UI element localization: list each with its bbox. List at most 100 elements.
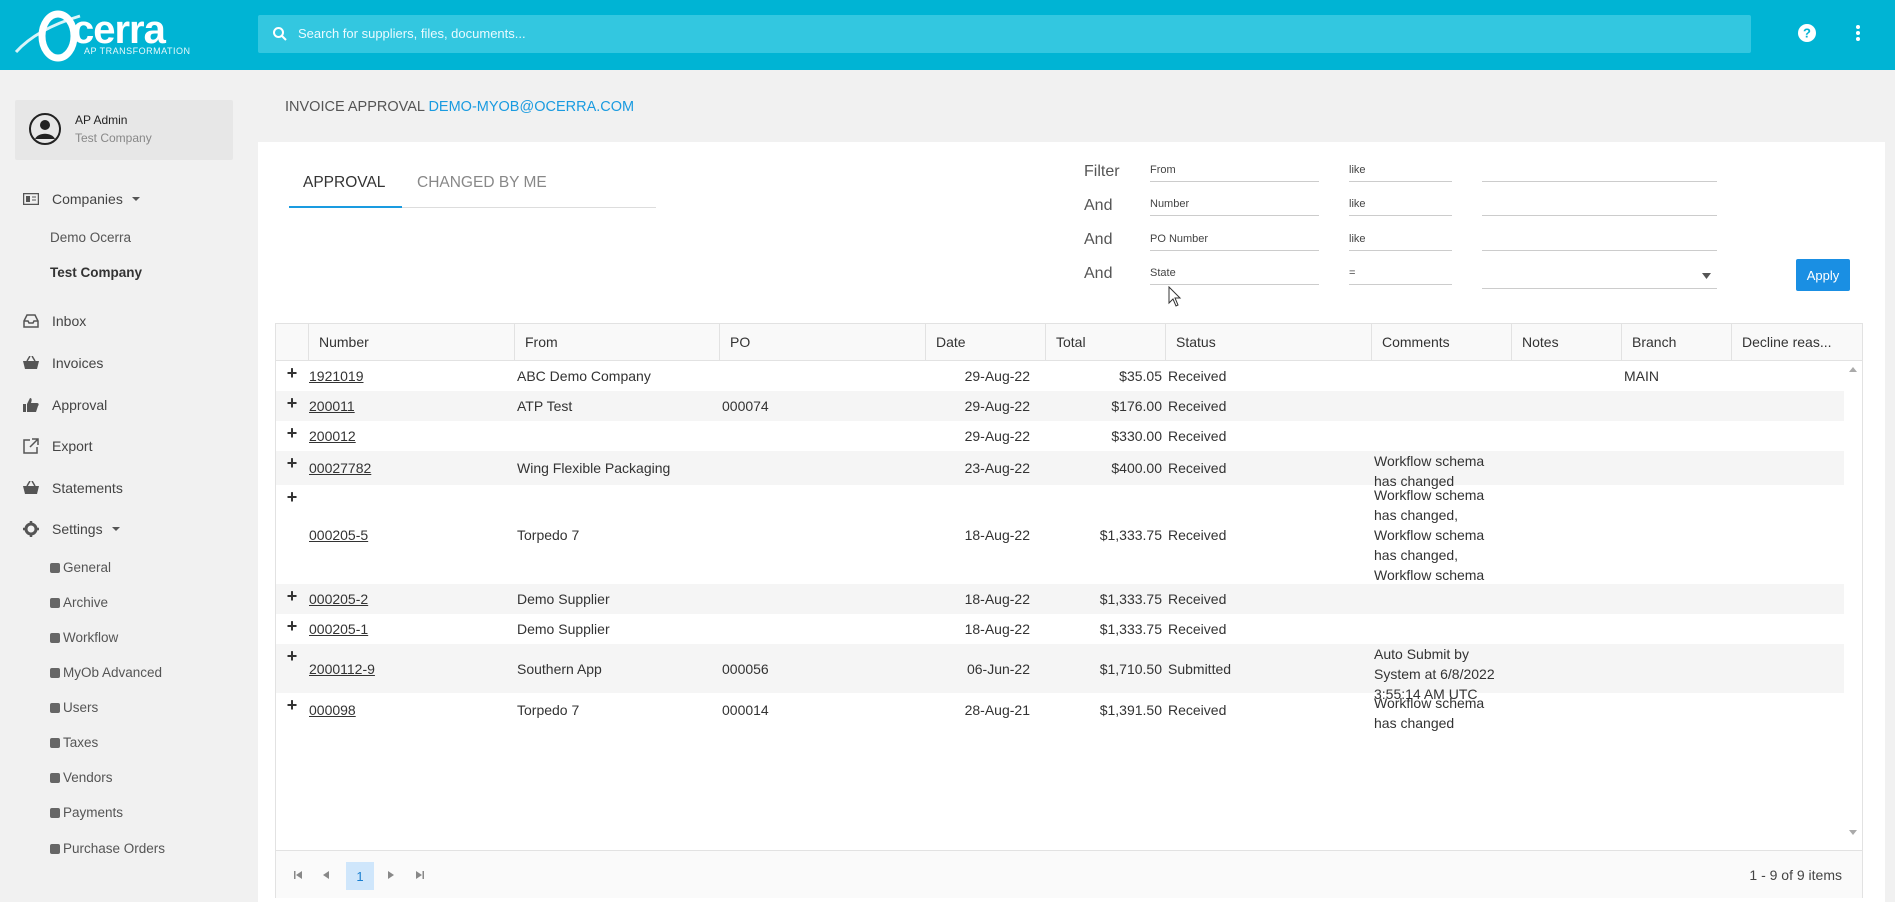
filter-field-2[interactable]: Number — [1150, 196, 1319, 216]
ocerra-logo[interactable]: cerra AP TRANSFORMATION — [14, 6, 194, 62]
table-row[interactable]: +200012 29-Aug-22 $330.00 Received — [276, 421, 1844, 451]
filter-state-select[interactable] — [1482, 265, 1717, 289]
table-row[interactable]: +000205-5 Torpedo 7 18-Aug-22 $1,333.75 Rece… — [276, 485, 1844, 603]
cell-total: $1,333.75 — [1099, 526, 1162, 543]
prev-page-icon — [323, 871, 329, 879]
export-icon — [22, 438, 40, 454]
settings-workflow[interactable]: Workflow — [50, 630, 118, 645]
column-header-from[interactable]: From — [514, 324, 719, 360]
cell-po — [722, 485, 922, 584]
column-header-total[interactable]: Total — [1045, 324, 1165, 360]
grid-scrollbar[interactable] — [1844, 361, 1862, 841]
cell-decline-reason — [1734, 584, 1838, 614]
expand-row-icon[interactable]: + — [285, 423, 299, 444]
basket-icon — [22, 355, 40, 371]
settings-vendors[interactable]: Vendors — [50, 770, 113, 785]
settings-general[interactable]: General — [50, 560, 111, 575]
settings-taxes[interactable]: Taxes — [50, 735, 98, 750]
cell-date: 29-Aug-22 — [964, 398, 1030, 414]
company-test-company[interactable]: Test Company — [50, 265, 142, 280]
filter-op-2[interactable]: like — [1349, 196, 1452, 216]
help-icon[interactable]: ? — [1797, 23, 1817, 43]
current-page[interactable]: 1 — [346, 862, 374, 890]
company-demo-ocerra[interactable]: Demo Ocerra — [50, 230, 131, 245]
cell-number[interactable]: 00027782 — [309, 451, 509, 485]
column-header-branch[interactable]: Branch — [1621, 324, 1731, 360]
table-row[interactable]: +000098 Torpedo 7 000014 28-Aug-21 $1,391.50… — [276, 693, 1844, 731]
settings-archive[interactable]: Archive — [50, 595, 108, 610]
more-vert-icon[interactable] — [1848, 23, 1868, 43]
cell-number[interactable]: 2000112-9 — [309, 644, 509, 693]
settings-myob-advanced[interactable]: MyOb Advanced — [50, 665, 162, 680]
expand-row-icon[interactable]: + — [285, 363, 299, 384]
cell-status: Received — [1168, 428, 1227, 444]
column-header-status[interactable]: Status — [1165, 324, 1371, 360]
filter-op-3[interactable]: like — [1349, 231, 1452, 251]
filter-field-3[interactable]: PO Number — [1150, 231, 1319, 251]
sidebar-item-companies[interactable]: Companies — [22, 187, 140, 211]
tab-changed-by-me[interactable]: CHANGED BY ME — [417, 174, 547, 192]
apply-button[interactable]: Apply — [1796, 259, 1850, 291]
cell-number[interactable]: 200011 — [309, 391, 509, 421]
cell-decline-reason — [1734, 644, 1838, 693]
filter-value-2[interactable] — [1482, 196, 1717, 216]
filter-field-1[interactable]: From — [1150, 162, 1319, 182]
cell-total: $330.00 — [1111, 428, 1162, 444]
settings-purchase-orders[interactable]: Purchase Orders — [50, 841, 165, 856]
filter-value-3[interactable] — [1482, 231, 1717, 251]
expand-row-icon[interactable]: + — [285, 393, 299, 414]
filter-value-1[interactable] — [1482, 162, 1717, 182]
cell-number[interactable]: 000205-1 — [309, 614, 509, 644]
approver-email-link[interactable]: DEMO-MYOB@OCERRA.COM — [428, 99, 634, 115]
cell-number[interactable]: 000098 — [309, 693, 509, 726]
settings-users[interactable]: Users — [50, 700, 98, 715]
filter-field-4[interactable]: State — [1150, 265, 1319, 285]
table-row[interactable]: +200011 ATP Test 000074 29-Aug-22 $176.00 Rec… — [276, 391, 1844, 421]
cell-number[interactable]: 000205-5 — [309, 485, 509, 584]
cell-number[interactable]: 200012 — [309, 421, 509, 451]
expand-row-icon[interactable]: + — [285, 616, 299, 637]
tab-approval[interactable]: APPROVAL — [303, 174, 385, 192]
cell-number[interactable]: 1921019 — [309, 361, 509, 391]
sidebar-item-inbox[interactable]: Inbox — [22, 309, 86, 333]
table-row[interactable]: +000205-1 Demo Supplier 18-Aug-22 $1,333.75… — [276, 614, 1844, 644]
table-row[interactable]: +00027782 Wing Flexible Packaging 23-Aug-2… — [276, 451, 1844, 489]
filter-op-1[interactable]: like — [1349, 162, 1452, 182]
column-header-po[interactable]: PO — [719, 324, 925, 360]
settings-item-label: Users — [63, 700, 99, 715]
column-header-decline-reason[interactable]: Decline reas... — [1731, 324, 1843, 360]
first-page-button[interactable] — [288, 864, 308, 886]
next-page-button[interactable] — [381, 864, 401, 886]
table-row[interactable]: +2000112-9 Southern App 000056 06-Jun-22 $1,… — [276, 644, 1844, 702]
table-row[interactable]: +1921019 ABC Demo Company 29-Aug-22 $35.05 R… — [276, 361, 1844, 391]
column-header-comments[interactable]: Comments — [1371, 324, 1511, 360]
sidebar-item-approval[interactable]: Approval — [22, 393, 107, 417]
column-header-date[interactable]: Date — [925, 324, 1045, 360]
sidebar-item-label: Approval — [52, 397, 108, 413]
table-row[interactable]: +000205-2 Demo Supplier 18-Aug-22 $1,333.75… — [276, 584, 1844, 614]
comment-line: Auto Submit by — [1374, 646, 1469, 662]
expand-row-icon[interactable]: + — [285, 695, 299, 716]
cell-decline-reason — [1734, 421, 1838, 451]
expand-row-icon[interactable]: + — [285, 586, 299, 607]
last-page-button[interactable] — [410, 864, 430, 886]
settings-payments[interactable]: Payments — [50, 805, 123, 820]
cell-number[interactable]: 000205-2 — [309, 584, 509, 614]
prev-page-button[interactable] — [316, 864, 336, 886]
avatar — [29, 113, 61, 145]
expand-row-icon[interactable]: + — [285, 487, 299, 508]
sidebar-item-export[interactable]: Export — [22, 434, 92, 458]
filter-op-4[interactable]: = — [1349, 265, 1452, 285]
expand-row-icon[interactable]: + — [285, 453, 299, 474]
sidebar-item-settings[interactable]: Settings — [22, 517, 120, 541]
sidebar-item-invoices[interactable]: Invoices — [22, 351, 103, 375]
search-input[interactable]: Search for suppliers, files, documents..… — [298, 26, 526, 41]
cell-date: 23-Aug-22 — [964, 460, 1030, 476]
global-search[interactable]: Search for suppliers, files, documents..… — [258, 15, 1751, 53]
cell-notes — [1514, 391, 1618, 421]
user-card[interactable]: AP Admin Test Company — [15, 100, 233, 160]
column-header-number[interactable]: Number — [308, 324, 514, 360]
expand-row-icon[interactable]: + — [285, 646, 299, 667]
sidebar-item-statements[interactable]: Statements — [22, 476, 123, 500]
column-header-notes[interactable]: Notes — [1511, 324, 1621, 360]
